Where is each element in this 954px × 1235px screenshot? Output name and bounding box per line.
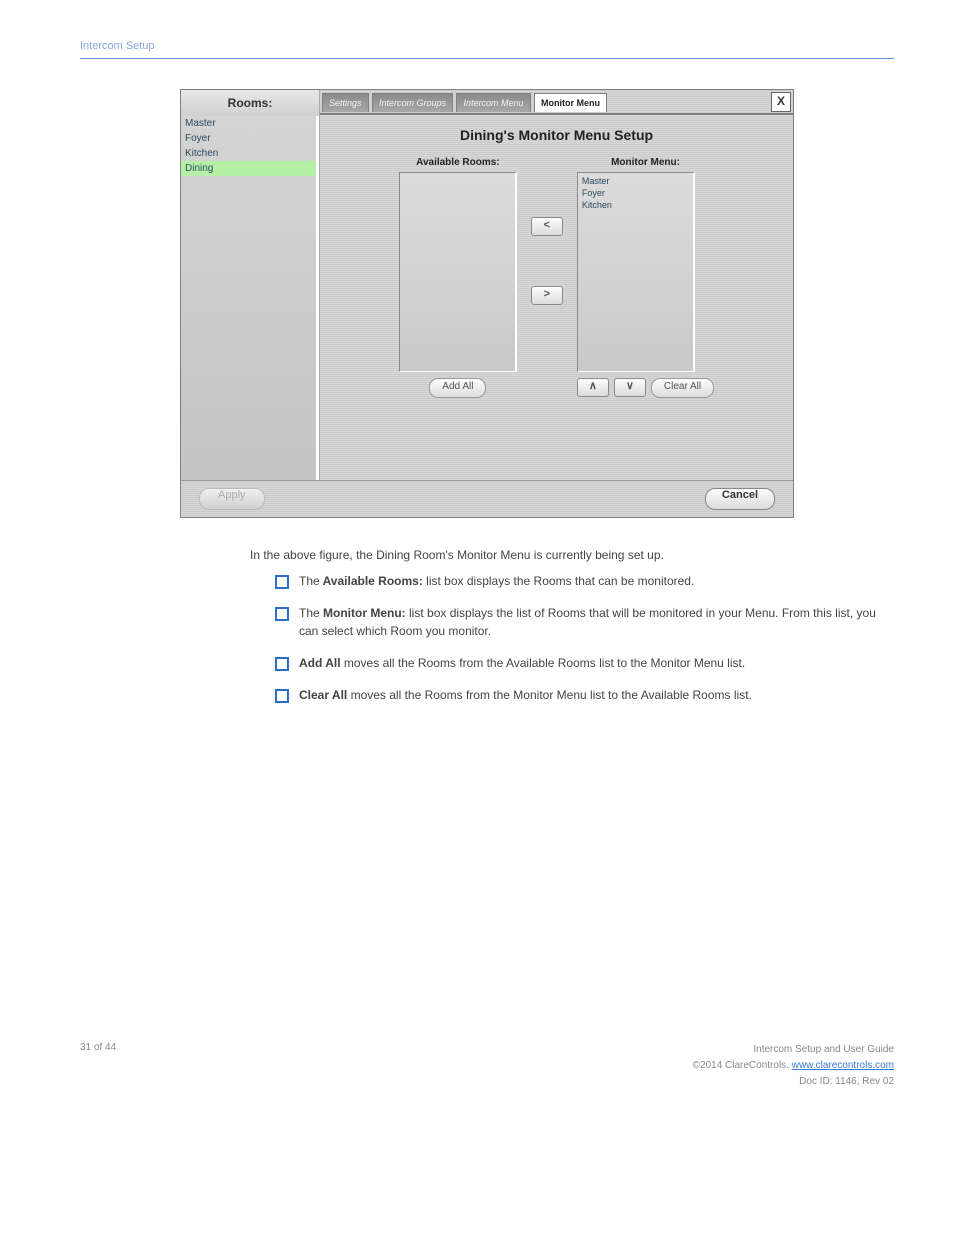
room-item[interactable]: Foyer [181, 131, 316, 146]
tab-settings[interactable]: Settings [322, 93, 369, 112]
footer-right: Intercom Setup and User Guide ©2014 Clar… [693, 1042, 894, 1090]
bullet-icon [275, 657, 289, 671]
monitor-menu-label: Monitor Menu: [577, 157, 714, 168]
divider [80, 58, 894, 59]
footer-link[interactable]: www.clarecontrols.com [792, 1060, 894, 1071]
move-up-button[interactable]: ∧ [577, 378, 609, 397]
panel-title: Dining's Monitor Menu Setup [344, 127, 769, 143]
bullet-item: Clear All moves all the Rooms from the M… [275, 686, 894, 704]
description-text: In the above figure, the Dining Room's M… [250, 548, 894, 562]
tab-bar: Settings Intercom Groups Intercom Menu M… [320, 90, 793, 114]
doc-title: Intercom Setup [80, 40, 894, 52]
monitor-item[interactable]: Master [580, 175, 691, 187]
tab-monitor-menu[interactable]: Monitor Menu [534, 93, 607, 112]
clear-all-button[interactable]: Clear All [651, 378, 714, 398]
room-item[interactable]: Kitchen [181, 146, 316, 161]
room-item[interactable]: Master [181, 116, 316, 131]
bullet-icon [275, 689, 289, 703]
room-item-selected[interactable]: Dining [181, 161, 316, 176]
bullet-item: Add All moves all the Rooms from the Ava… [275, 654, 894, 672]
bullet-item: The Available Rooms: list box displays t… [275, 572, 894, 590]
bullet-item: The Monitor Menu: list box displays the … [275, 604, 894, 640]
sidebar-title: Rooms: [181, 90, 319, 116]
tab-intercom-groups[interactable]: Intercom Groups [372, 93, 453, 112]
monitor-item[interactable]: Kitchen [580, 199, 691, 211]
add-all-button[interactable]: Add All [429, 378, 486, 398]
monitor-menu-listbox[interactable]: Master Foyer Kitchen [577, 172, 695, 372]
available-rooms-listbox[interactable] [399, 172, 517, 372]
bullet-icon [275, 607, 289, 621]
move-left-button[interactable]: < [531, 217, 563, 236]
available-rooms-label: Available Rooms: [399, 157, 517, 168]
move-right-button[interactable]: > [531, 286, 563, 305]
rooms-list: Master Foyer Kitchen Dining [181, 116, 319, 480]
dialog-window: X Rooms: Master Foyer Kitchen Dining Set… [180, 89, 794, 518]
close-button[interactable]: X [771, 92, 791, 112]
move-down-button[interactable]: ∨ [614, 378, 646, 397]
tab-intercom-menu[interactable]: Intercom Menu [456, 93, 530, 112]
bullet-icon [275, 575, 289, 589]
page-number: 31 of 44 [80, 1042, 116, 1090]
monitor-item[interactable]: Foyer [580, 187, 691, 199]
cancel-button[interactable]: Cancel [705, 488, 775, 510]
apply-button: Apply [199, 488, 265, 510]
